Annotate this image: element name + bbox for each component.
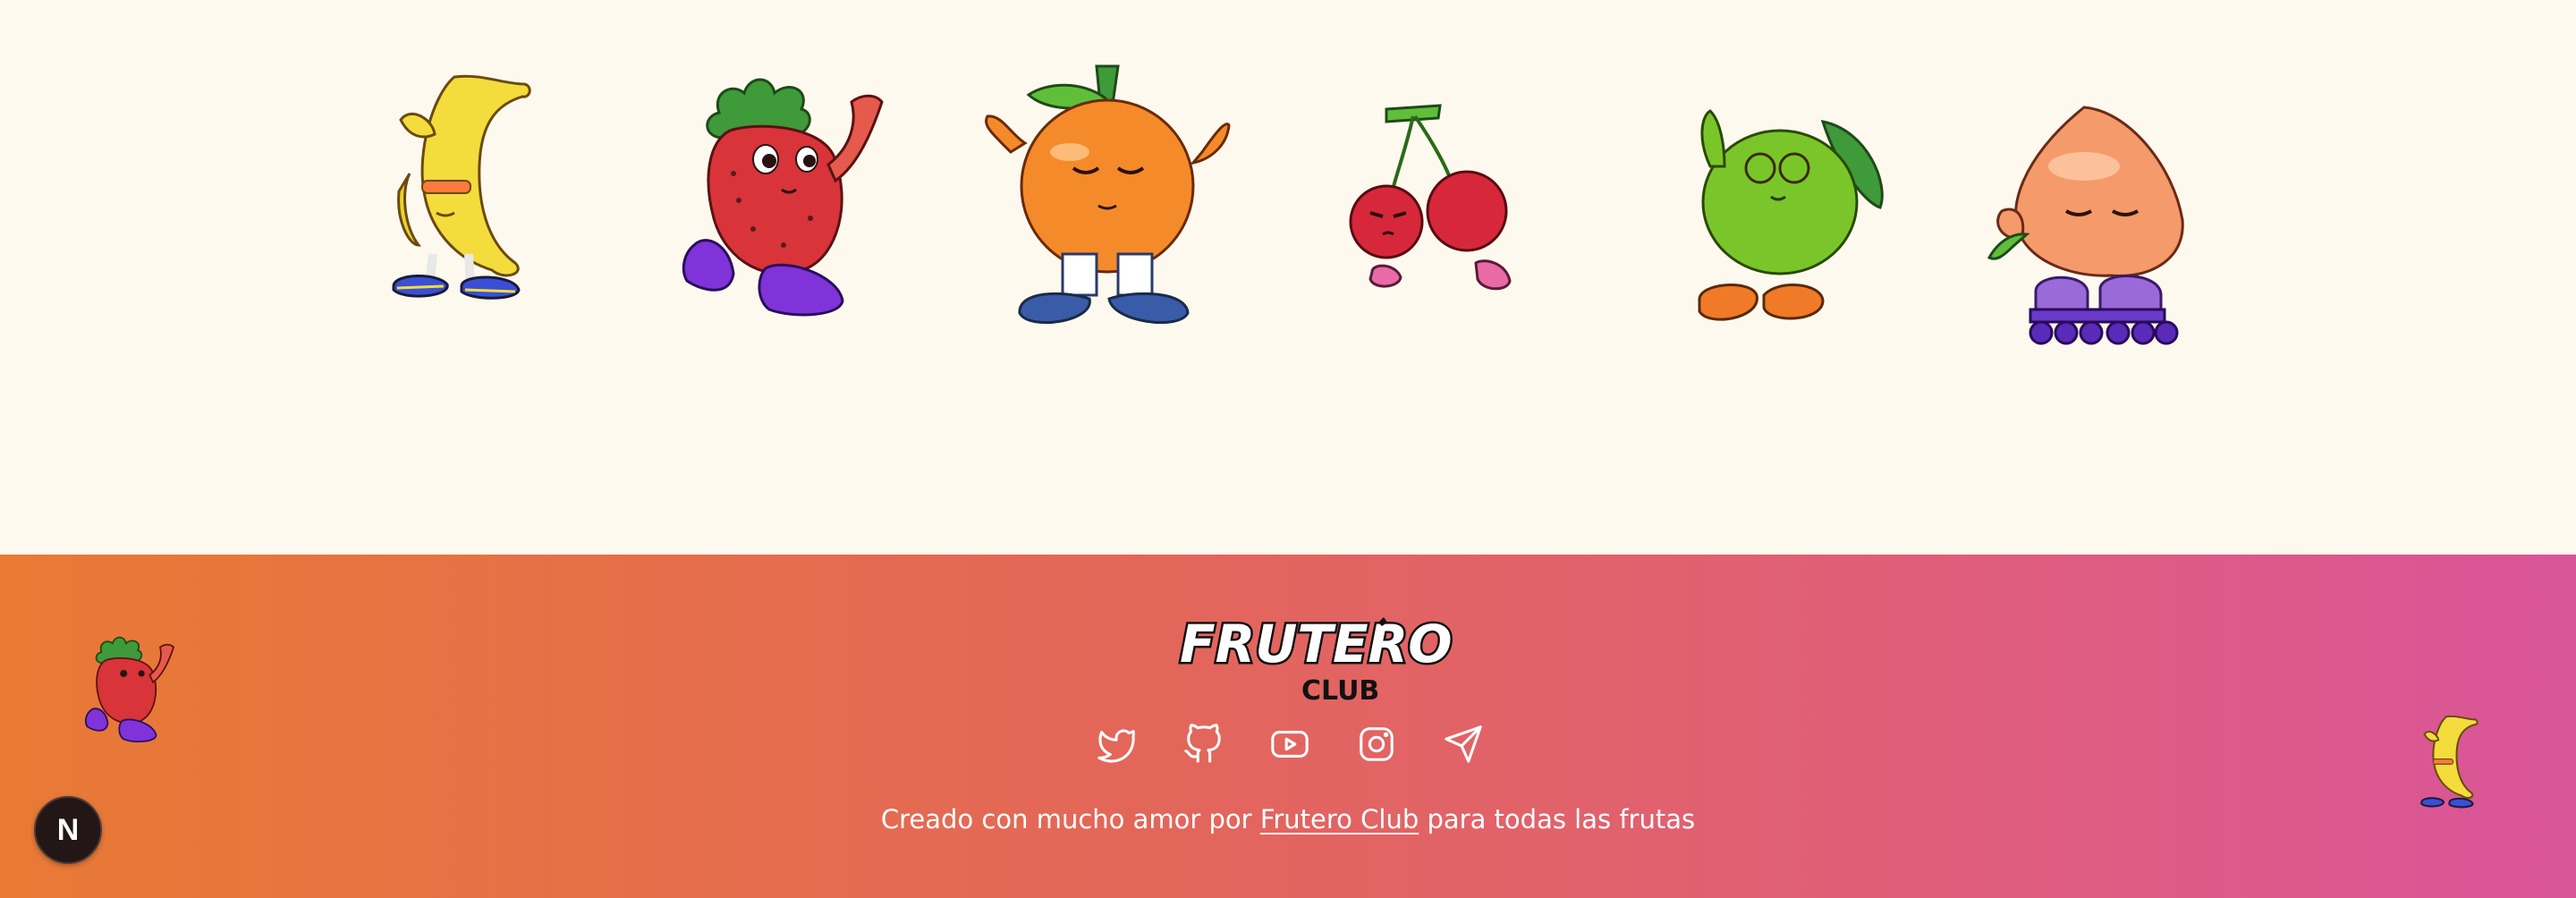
frutero-club-link[interactable]: Frutero Club [1260,804,1419,834]
nextjs-dev-badge[interactable]: N [34,796,102,864]
social-links [1093,717,1487,771]
youtube-link[interactable] [1267,721,1313,767]
twitter-icon [1097,729,1135,763]
badge-label: N [56,812,80,847]
instagram-icon [1360,727,1394,761]
strawberry-corner-character [82,631,175,750]
banana-character [347,66,535,318]
peach-character [1986,104,2200,352]
logo-subtext: CLUB [1301,675,1379,707]
fruit-characters-section [0,0,2576,555]
credit-prefix: Creado con mucho amor por [880,804,1260,834]
footer: FRUTERO CLUB Creado con mucho amor por F… [0,555,2576,898]
twitter-link[interactable] [1093,721,1140,767]
github-link[interactable] [1180,721,1226,767]
instagram-link[interactable] [1353,721,1400,767]
footer-credit: Creado con mucho amor por Frutero Club p… [0,801,2576,837]
frutero-club-logo[interactable]: FRUTERO CLUB [1176,610,1455,707]
cherry-character [1342,100,1521,327]
lime-character [1689,104,1889,335]
youtube-icon [1271,731,1309,758]
telegram-link[interactable] [1440,721,1487,767]
logo-text: FRUTERO [1180,614,1453,674]
orange-character [975,63,1236,331]
credit-suffix: para todas las frutas [1419,804,1696,834]
telegram-icon [1445,725,1482,763]
banana-corner-character [2402,712,2479,816]
strawberry-character [676,66,886,333]
github-icon [1184,724,1221,763]
